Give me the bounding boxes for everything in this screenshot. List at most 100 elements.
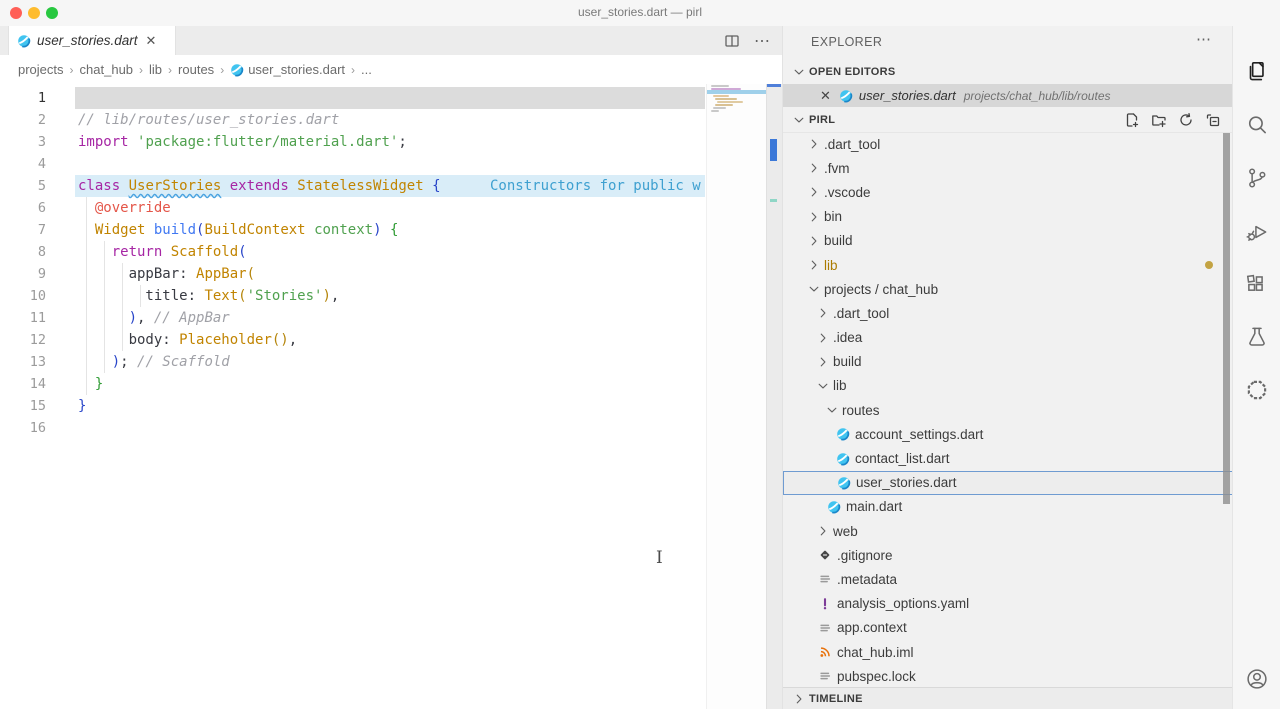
code-line[interactable]: 14 } bbox=[0, 373, 705, 395]
tree-item[interactable]: analysis_options.yaml bbox=[783, 592, 1233, 616]
extensions-icon[interactable] bbox=[1244, 271, 1270, 297]
line-number: 15 bbox=[0, 395, 46, 417]
tree-item[interactable]: lib bbox=[783, 253, 1233, 277]
line-number: 2 bbox=[0, 109, 46, 131]
new-folder-icon[interactable] bbox=[1151, 112, 1167, 128]
code-line[interactable]: 16 bbox=[0, 417, 705, 439]
run-debug-icon[interactable] bbox=[1244, 219, 1270, 245]
source-control-icon[interactable] bbox=[1244, 165, 1270, 191]
explorer-icon[interactable] bbox=[1244, 59, 1270, 85]
vscode-window: user_stories.dart — pirl user_stories.da… bbox=[0, 0, 1280, 709]
tree-scrollbar-thumb[interactable] bbox=[1223, 133, 1230, 504]
dart-icon bbox=[827, 500, 841, 514]
code-line[interactable]: 13 ); // Scaffold bbox=[0, 351, 705, 373]
tree-item[interactable]: .fvm bbox=[783, 156, 1233, 180]
code-line[interactable]: 1 bbox=[0, 87, 705, 109]
text-cursor-pointer: I bbox=[656, 548, 663, 568]
tree-item[interactable]: user_stories.dart bbox=[783, 471, 1233, 495]
breadcrumb-item[interactable]: routes bbox=[178, 62, 214, 77]
breadcrumb-item[interactable]: ... bbox=[361, 62, 372, 77]
code-line[interactable]: 2// lib/routes/user_stories.dart bbox=[0, 109, 705, 131]
tree-item[interactable]: .metadata bbox=[783, 567, 1233, 591]
code-line[interactable]: 6 @override bbox=[0, 197, 705, 219]
collapse-all-icon[interactable] bbox=[1205, 112, 1221, 128]
chevron-right-icon[interactable] bbox=[816, 331, 830, 345]
code-line[interactable]: 5class UserStories extends StatelessWidg… bbox=[0, 175, 705, 197]
tab-label: user_stories.dart bbox=[37, 33, 138, 48]
timeline-header[interactable]: TIMELINE bbox=[783, 687, 1233, 709]
inline-lint-hint: Constructors for public w bbox=[490, 175, 701, 197]
code-editor[interactable]: 12// lib/routes/user_stories.dart3import… bbox=[0, 84, 782, 709]
tree-item[interactable]: .gitignore bbox=[783, 543, 1233, 567]
tree-item[interactable]: routes bbox=[783, 398, 1233, 422]
tree-item-label: lib bbox=[824, 258, 838, 273]
close-editor-icon[interactable]: ✕ bbox=[820, 88, 831, 104]
chevron-down-icon bbox=[791, 113, 807, 127]
tab-user-stories[interactable]: user_stories.dart ✕ bbox=[8, 26, 176, 55]
editor-more-icon[interactable]: ⋯ bbox=[754, 31, 770, 51]
octagon-tool-icon[interactable] bbox=[1244, 377, 1270, 403]
minimap[interactable] bbox=[706, 84, 767, 709]
chevron-right-icon[interactable] bbox=[807, 185, 821, 199]
chevron-right-icon[interactable] bbox=[807, 137, 821, 151]
close-tab-icon[interactable]: ✕ bbox=[146, 34, 157, 47]
chevron-right-icon[interactable] bbox=[816, 306, 830, 320]
tree-item[interactable]: app.context bbox=[783, 616, 1233, 640]
tree-item[interactable]: .dart_tool bbox=[783, 301, 1233, 325]
chevron-right-icon[interactable] bbox=[807, 258, 821, 272]
tree-item[interactable]: build bbox=[783, 229, 1233, 253]
tree-item-label: user_stories.dart bbox=[856, 475, 957, 490]
code-area[interactable]: 12// lib/routes/user_stories.dart3import… bbox=[0, 84, 705, 709]
code-line[interactable]: 9 appBar: AppBar( bbox=[0, 263, 705, 285]
code-line[interactable]: 4 bbox=[0, 153, 705, 175]
code-line[interactable]: 11 ), // AppBar bbox=[0, 307, 705, 329]
open-editors-header[interactable]: OPEN EDITORS bbox=[783, 60, 1233, 84]
code-line[interactable]: 8 return Scaffold( bbox=[0, 241, 705, 263]
scrollbar-thumb[interactable] bbox=[770, 139, 777, 161]
tree-item[interactable]: account_settings.dart bbox=[783, 422, 1233, 446]
editor-scrollbar[interactable] bbox=[766, 84, 783, 709]
chevron-right-icon[interactable] bbox=[816, 524, 830, 538]
code-line[interactable]: 10 title: Text('Stories'), bbox=[0, 285, 705, 307]
tree-item[interactable]: .idea bbox=[783, 326, 1233, 350]
split-editor-icon[interactable] bbox=[724, 33, 740, 49]
tree-item[interactable]: lib bbox=[783, 374, 1233, 398]
code-line[interactable]: 3import 'package:flutter/material.dart'; bbox=[0, 131, 705, 153]
tree-item[interactable]: main.dart bbox=[783, 495, 1233, 519]
tree-item[interactable]: pubspec.lock bbox=[783, 664, 1233, 688]
tree-item[interactable]: web bbox=[783, 519, 1233, 543]
tree-item[interactable]: chat_hub.iml bbox=[783, 640, 1233, 664]
refresh-icon[interactable] bbox=[1178, 112, 1194, 128]
tree-item[interactable]: projects / chat_hub bbox=[783, 277, 1233, 301]
testing-icon[interactable] bbox=[1244, 324, 1270, 350]
tree-item[interactable]: .vscode bbox=[783, 180, 1233, 204]
tree-item[interactable]: build bbox=[783, 350, 1233, 374]
code-line[interactable]: 12 body: Placeholder(), bbox=[0, 329, 705, 351]
tree-item-label: projects / chat_hub bbox=[824, 282, 938, 297]
breadcrumb[interactable]: projects›chat_hub›lib›routes›user_storie… bbox=[0, 55, 782, 84]
chevron-right-icon[interactable] bbox=[807, 234, 821, 248]
chevron-right-icon[interactable] bbox=[807, 161, 821, 175]
tree-item-label: app.context bbox=[837, 620, 907, 635]
chevron-down-icon[interactable] bbox=[816, 379, 830, 393]
chevron-right-icon[interactable] bbox=[816, 355, 830, 369]
code-line[interactable]: 15} bbox=[0, 395, 705, 417]
pirl-section-header[interactable]: PIRL bbox=[783, 108, 1233, 133]
open-editors-label: OPEN EDITORS bbox=[809, 66, 896, 78]
new-file-icon[interactable] bbox=[1124, 112, 1140, 128]
breadcrumb-item[interactable]: chat_hub bbox=[80, 62, 134, 77]
open-editor-item[interactable]: ✕ user_stories.dart projects/chat_hub/li… bbox=[783, 84, 1233, 107]
chevron-down-icon[interactable] bbox=[825, 403, 839, 417]
breadcrumb-item[interactable]: lib bbox=[149, 62, 162, 77]
tree-item[interactable]: contact_list.dart bbox=[783, 446, 1233, 470]
code-line[interactable]: 7 Widget build(BuildContext context) { bbox=[0, 219, 705, 241]
explorer-more-icon[interactable]: ⋯ bbox=[1196, 30, 1211, 48]
chevron-right-icon[interactable] bbox=[807, 210, 821, 224]
tree-item[interactable]: bin bbox=[783, 205, 1233, 229]
chevron-down-icon[interactable] bbox=[807, 282, 821, 296]
breadcrumb-item[interactable]: projects bbox=[18, 62, 64, 77]
account-icon[interactable] bbox=[1244, 666, 1270, 692]
tree-item[interactable]: .dart_tool bbox=[783, 132, 1233, 156]
search-icon[interactable] bbox=[1244, 112, 1270, 138]
breadcrumb-item[interactable]: user_stories.dart bbox=[230, 62, 345, 77]
